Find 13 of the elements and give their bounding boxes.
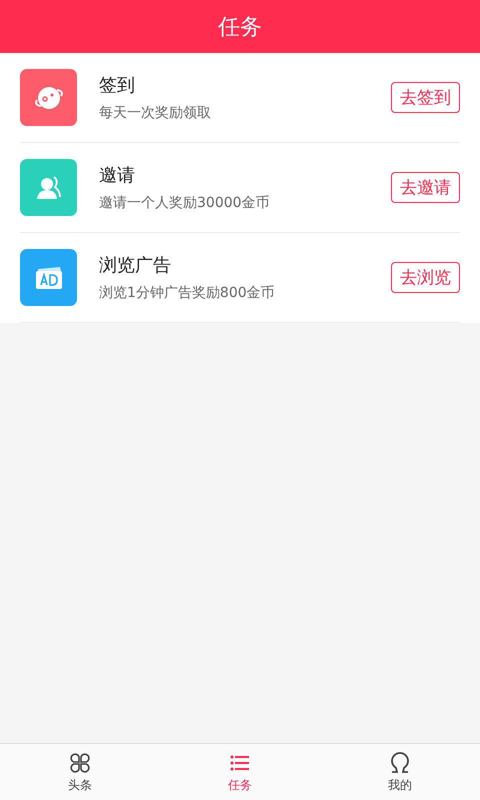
task-button[interactable]: 去浏览 xyxy=(391,262,460,293)
task-description: 浏览1分钟广告奖励800金币 xyxy=(99,284,276,302)
task-title: 浏览广告 xyxy=(99,254,172,277)
task-title: 签到 xyxy=(99,74,136,97)
tab-item[interactable]: 任务 xyxy=(160,744,320,800)
task-button[interactable]: 去签到 xyxy=(391,82,460,113)
task-title: 邀请 xyxy=(99,164,136,187)
task-button[interactable]: 去邀请 xyxy=(391,172,460,203)
task-description: 每天一次奖励领取 xyxy=(99,104,212,122)
page-title: 任务 xyxy=(218,14,262,42)
task-description: 邀请一个人奖励30000金币 xyxy=(99,194,271,212)
tab-item[interactable]: 头条 xyxy=(0,744,160,800)
tab-item[interactable]: 我的 xyxy=(320,744,480,800)
